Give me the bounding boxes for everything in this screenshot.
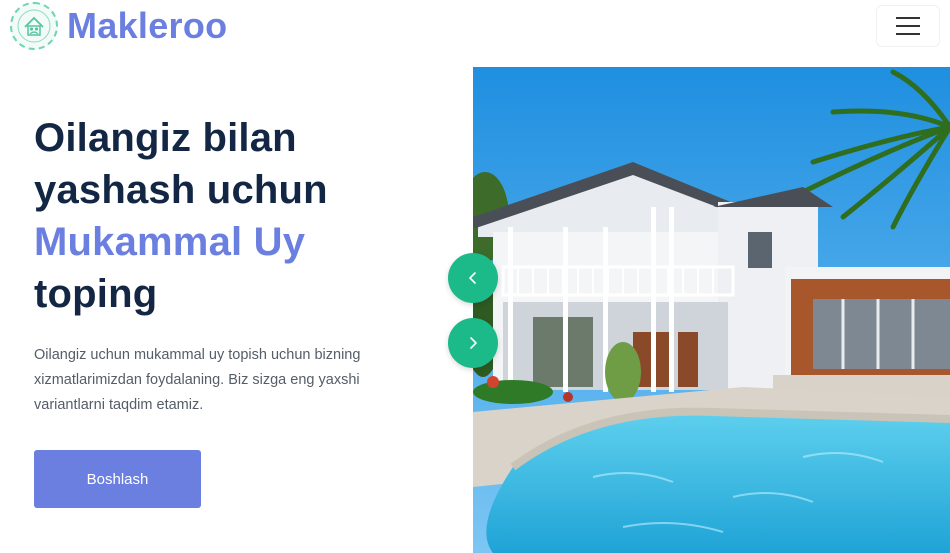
hero-description: Oilangiz uchun mukammal uy topish uchun … bbox=[34, 347, 361, 413]
hero-title-accent: Mukammal Uy bbox=[34, 220, 306, 264]
hero-text: Oilangiz bilan yashash uchun Mukammal Uy… bbox=[34, 112, 454, 320]
hamburger-menu-icon bbox=[896, 17, 920, 19]
menu-button[interactable] bbox=[876, 5, 940, 47]
hero-title-line: toping bbox=[34, 272, 158, 316]
hero-title: Oilangiz bilan yashash uchun Mukammal Uy… bbox=[34, 112, 454, 320]
brand-logo[interactable]: Makleroo bbox=[10, 2, 227, 50]
hamburger-menu-icon-bar bbox=[896, 25, 920, 27]
hamburger-menu-icon-bar bbox=[896, 33, 920, 35]
hero-house-image bbox=[473, 67, 950, 553]
brand-name: Makleroo bbox=[67, 5, 228, 46]
hero-title-line: Oilangiz bilan bbox=[34, 116, 297, 160]
hero-title-line: yashash uchun bbox=[34, 168, 328, 212]
carousel-next-button[interactable] bbox=[448, 318, 498, 368]
carousel-prev-button[interactable] bbox=[448, 253, 498, 303]
chevron-left-icon bbox=[469, 272, 476, 284]
chevron-right-icon bbox=[470, 337, 477, 349]
page: Makleroo Oilangiz bilan yashash uchun Mu… bbox=[0, 0, 950, 553]
site-header: Makleroo bbox=[0, 0, 950, 52]
start-button[interactable]: Boshlash bbox=[34, 450, 201, 508]
house-family-emblem-icon bbox=[10, 2, 58, 50]
